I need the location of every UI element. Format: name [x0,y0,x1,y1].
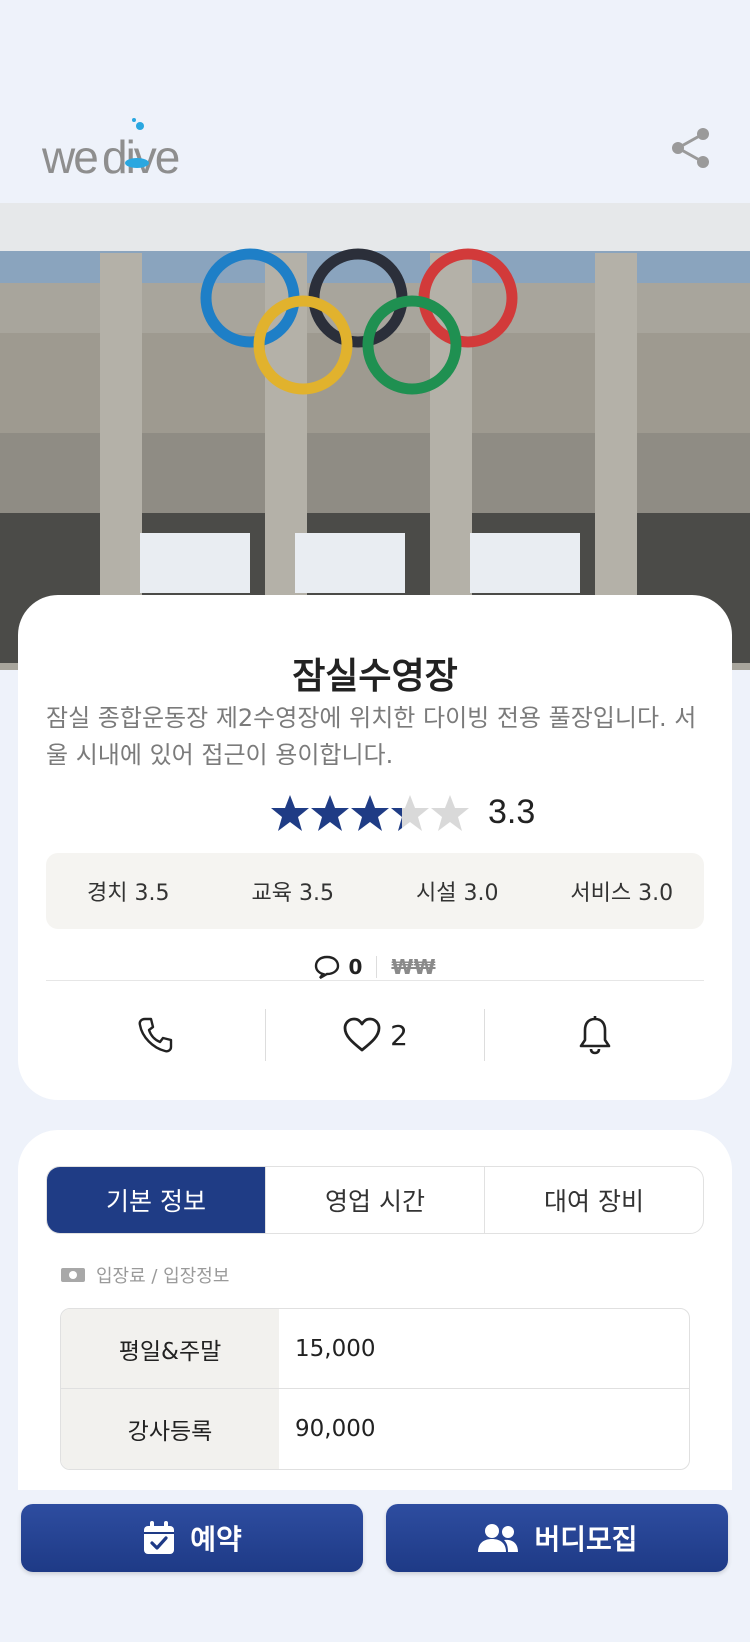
notify-button[interactable] [485,1005,704,1065]
meta-divider [376,956,378,978]
sub-rating-education: 교육 3.5 [251,881,334,906]
rating-row: 3.3 [18,793,732,841]
action-row: 2 [46,993,704,1077]
fee-name: 강사등록 [61,1389,279,1469]
reserve-button[interactable]: 예약 [21,1504,363,1572]
divider [46,980,704,981]
screen: we dive 잠실수영장 잠실 종합운동장 제2수영장에 위치한 다이빙 전용… [0,0,750,1642]
star-icon [351,795,389,831]
svg-text:dive: dive [102,131,179,183]
buddy-recruit-label: 버디모집 [534,1523,638,1556]
star-half-icon [391,795,429,831]
table-row: 평일&주말 15,000 [61,1309,689,1389]
comment-icon [315,955,340,979]
bottom-action-bar: 예약 버디모집 [0,1490,750,1642]
detail-tabs: 기본 정보 영업 시간 대여 장비 [46,1166,704,1234]
meta-row: 0 ₩₩ [18,950,732,984]
calendar-check-icon [144,1521,175,1554]
venue-detail-card: 기본 정보 영업 시간 대여 장비 입장료 / 입장정보 평일&주말 15,00… [18,1130,732,1530]
sub-rating-scenery: 경치 3.5 [87,881,170,906]
star-empty-icon [431,795,469,831]
sub-rating-facility: 시설 3.0 [416,881,499,906]
heart-icon [343,1017,381,1052]
venue-description: 잠실 종합운동장 제2수영장에 위치한 다이빙 전용 풀장입니다. 서울 시내에… [46,704,697,769]
rating-value: 3.3 [488,793,536,831]
money-icon [61,1268,85,1282]
tab-basic-info[interactable]: 기본 정보 [47,1167,266,1233]
like-count: 2 [390,1018,408,1052]
tab-rental-equipment[interactable]: 대여 장비 [485,1167,703,1233]
svg-text:we: we [42,131,97,183]
buddy-recruit-button[interactable]: 버디모집 [386,1504,728,1572]
sub-ratings: 경치 3.5 교육 3.5 시설 3.0 서비스 3.0 [46,853,704,929]
share-icon[interactable] [668,125,714,171]
like-button[interactable]: 2 [266,1005,485,1065]
comment-count: 0 [348,955,363,979]
reserve-label: 예약 [190,1523,242,1556]
venue-title: 잠실수영장 [292,656,458,697]
tab-business-hours[interactable]: 영업 시간 [266,1167,485,1233]
fee-section-label: 입장료 / 입장정보 [60,1262,229,1288]
star-rating [270,793,470,833]
phone-icon [138,1017,173,1053]
sub-rating-service: 서비스 3.0 [570,881,674,906]
fee-value: 15,000 [295,1335,376,1362]
star-icon [271,795,309,831]
venue-info-card: 잠실수영장 잠실 종합운동장 제2수영장에 위치한 다이빙 전용 풀장입니다. … [18,595,732,1100]
star-icon [311,795,349,831]
header: we dive [0,0,750,203]
bell-icon [579,1016,610,1055]
users-icon [478,1524,519,1552]
fee-table: 평일&주말 15,000 강사등록 90,000 [60,1308,690,1470]
table-row: 강사등록 90,000 [61,1389,689,1469]
call-button[interactable] [46,1005,265,1065]
price-level: ₩₩ [391,955,436,979]
fee-section-title: 입장료 / 입장정보 [96,1266,230,1287]
fee-name: 평일&주말 [61,1309,279,1388]
fee-value: 90,000 [295,1416,376,1442]
wedive-logo: we dive [42,118,181,183]
